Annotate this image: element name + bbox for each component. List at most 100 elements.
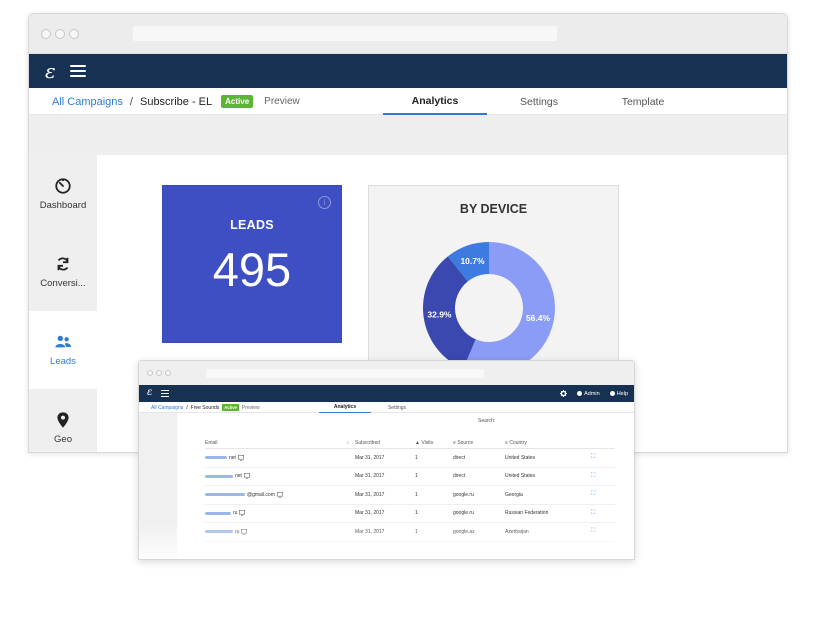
cell-source: direct: [453, 473, 466, 480]
overlay-app-logo[interactable]: ε: [147, 387, 152, 398]
cell-country: United States: [505, 454, 536, 461]
help-label: Help: [616, 390, 628, 397]
table-row[interactable]: net Mar 31, 2017 1 direct United States ⛶: [205, 468, 615, 486]
redacted-email: [205, 456, 227, 460]
breadcrumb-current: Subscribe - EL: [139, 95, 213, 108]
settings-gear-icon[interactable]: [560, 390, 568, 397]
app-logo[interactable]: ε: [45, 61, 56, 81]
table-row[interactable]: net Mar 31, 2017 1 direct United States ⛶: [205, 449, 615, 468]
desktop-icon: [243, 473, 250, 480]
expand-icon[interactable]: ⛶: [591, 510, 611, 517]
breadcrumb-separator: /: [129, 95, 133, 108]
desktop-icon: [239, 510, 246, 517]
overlay-breadcrumb-all-campaigns[interactable]: All Campaigns: [151, 405, 183, 411]
minimize-dot[interactable]: [156, 370, 162, 376]
redacted-email: [205, 511, 231, 515]
sidebar-item-dashboard[interactable]: Dashboard: [29, 155, 97, 233]
cell-country: Russian Federation: [505, 510, 549, 517]
window-controls: [41, 29, 79, 39]
overlay-window-controls: [147, 370, 171, 376]
overlay-app-header: ε Admin Help: [139, 385, 634, 402]
overlay-menu-icon[interactable]: [161, 390, 169, 397]
overlay-tab-analytics[interactable]: Analytics: [319, 402, 371, 413]
sort-icon: ≡: [346, 440, 349, 445]
device-chart-title: BY DEVICE: [459, 202, 528, 216]
menu-icon[interactable]: [69, 65, 86, 77]
sidebar-item-leads[interactable]: Leads: [29, 311, 97, 389]
cell-email: net: [205, 473, 355, 480]
overlay-breadcrumb-current: Free Sounds: [190, 404, 220, 411]
dashboard-icon: [55, 178, 71, 194]
column-subscribed[interactable]: Subscribed: [355, 440, 415, 446]
breadcrumb-all-campaigns[interactable]: All Campaigns: [52, 96, 123, 108]
desktop-icon: [276, 491, 283, 498]
sidebar-item-label: Conversi...: [40, 278, 86, 289]
desktop-icon: [237, 454, 244, 461]
sidebar-item-label: Leads: [50, 356, 76, 367]
close-dot[interactable]: [147, 370, 153, 376]
cell-email: net: [205, 454, 355, 461]
info-icon[interactable]: i: [318, 196, 331, 209]
leads-card: i LEADS 495: [162, 185, 342, 343]
status-badge: Active: [221, 95, 254, 108]
redacted-email: [205, 474, 233, 478]
admin-menu[interactable]: Admin: [577, 391, 600, 397]
close-dot[interactable]: [41, 29, 51, 39]
leads-count: 495: [212, 243, 292, 296]
address-bar[interactable]: [133, 26, 557, 41]
cell-subscribed: Mar 31, 2017: [355, 454, 385, 461]
table-row[interactable]: @gmail.com Mar 31, 2017 1 google.ru Georgia ⛶: [205, 486, 615, 505]
cell-source: google.ru: [453, 510, 474, 517]
overlay-breadcrumb-separator: /: [186, 404, 188, 411]
tab-settings[interactable]: Settings: [487, 88, 591, 115]
sidebar-item-label: Geo: [54, 434, 72, 445]
sidebar-item-conversions[interactable]: Conversi...: [29, 233, 97, 311]
column-visits[interactable]: ▲ Visits: [415, 440, 453, 446]
campaign-navbar: All Campaigns / Subscribe - EL Active Pr…: [29, 88, 787, 115]
overlay-header-actions: Admin Help: [560, 385, 628, 402]
sidebar-item-geo[interactable]: Geo: [29, 389, 97, 452]
cell-country: United States: [505, 473, 536, 480]
leads-table-window: ε Admin Help All Campaigns / Free Sounds…: [138, 360, 635, 560]
expand-icon[interactable]: ⛶: [591, 491, 611, 498]
expand-icon[interactable]: ⛶: [591, 473, 611, 480]
refresh-icon: [57, 257, 69, 271]
preview-link[interactable]: Preview: [264, 96, 300, 107]
overlay-tab-settings[interactable]: Settings: [371, 402, 423, 413]
search-label: Search:: [478, 418, 496, 424]
cell-visits: 1: [415, 473, 418, 480]
cell-subscribed: Mar 31, 2017: [355, 491, 385, 498]
cell-country: Georgia: [505, 491, 523, 498]
overlay-preview-link[interactable]: Preview: [242, 405, 260, 411]
table-row[interactable]: ru Mar 31, 2017 1 google.ru Russian Federati…: [205, 505, 615, 523]
cell-subscribed: Mar 31, 2017: [355, 473, 385, 480]
breadcrumb: All Campaigns / Subscribe - EL Active Pr…: [52, 88, 300, 115]
tab-analytics[interactable]: Analytics: [383, 88, 487, 115]
help-menu[interactable]: Help: [609, 390, 628, 397]
maximize-dot[interactable]: [165, 370, 171, 376]
screenshot-stage: ε All Campaigns / Subscribe - EL Active …: [0, 0, 837, 644]
redacted-email: [205, 493, 245, 497]
sidebar: Dashboard Conversi... Leads Geo: [29, 155, 97, 452]
minimize-dot[interactable]: [55, 29, 65, 39]
by-device-card: BY DEVICE 56.4% 32.9% 10.7%: [368, 185, 619, 385]
cell-subscribed: Mar 31, 2017: [355, 510, 385, 517]
overlay-address-bar[interactable]: [206, 369, 484, 378]
cell-visits: 1: [415, 454, 418, 461]
tab-template[interactable]: Template: [591, 88, 695, 115]
user-icon: [577, 391, 583, 396]
help-icon: [609, 391, 615, 396]
app-header: ε: [29, 54, 787, 88]
campaign-tabs: Analytics Settings Template: [383, 88, 695, 115]
overlay-breadcrumb: All Campaigns / Free Sounds Active Previ…: [151, 402, 260, 413]
map-pin-icon: [57, 412, 69, 428]
overlay-body: Search: Email ≡ Subscribed ▲ Visits ≡ Sou…: [139, 413, 634, 559]
column-email[interactable]: Email ≡: [205, 440, 355, 446]
maximize-dot[interactable]: [69, 29, 79, 39]
expand-icon[interactable]: ⛶: [591, 454, 611, 461]
cell-source: direct: [453, 454, 466, 461]
browser-chrome: [29, 14, 787, 54]
column-source[interactable]: ≡ Source: [453, 440, 505, 446]
toolbar-band: [29, 115, 787, 155]
column-country[interactable]: ≡ Country: [505, 440, 591, 446]
